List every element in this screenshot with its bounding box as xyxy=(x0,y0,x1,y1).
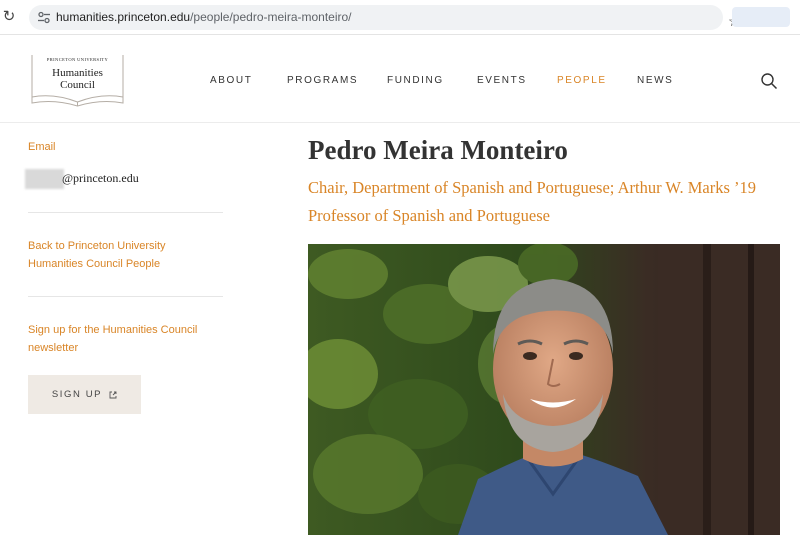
logo-line-council: Council xyxy=(60,79,95,91)
email-address[interactable]: @princeton.edu xyxy=(62,171,139,185)
logo-title: Humanities Council xyxy=(30,67,125,91)
nav-people[interactable]: PEOPLE xyxy=(557,75,607,89)
nav-programs[interactable]: PROGRAMS xyxy=(287,75,358,89)
profile-photo xyxy=(308,244,780,535)
external-link-icon xyxy=(109,391,117,398)
profile-button[interactable] xyxy=(732,7,790,27)
url-text[interactable]: humanities.princeton.edu/people/pedro-me… xyxy=(56,10,352,25)
logo-line-humanities: Humanities xyxy=(52,67,103,79)
site-header: PRINCETON UNIVERSITY Humanities Council … xyxy=(0,35,800,123)
site-info-icon[interactable] xyxy=(37,11,51,24)
nav-about[interactable]: ABOUT xyxy=(210,75,252,89)
nav-news[interactable]: NEWS xyxy=(637,75,673,89)
reload-icon[interactable]: ↻ xyxy=(1,9,17,25)
address-bar[interactable]: humanities.princeton.edu/people/pedro-me… xyxy=(29,5,741,30)
portrait-illustration xyxy=(308,244,780,535)
url-path: /people/pedro-meira-monteiro/ xyxy=(190,10,352,24)
nav-events[interactable]: EVENTS xyxy=(477,75,527,89)
search-icon[interactable] xyxy=(760,72,778,90)
sidebar-divider xyxy=(28,296,223,297)
logo-university: PRINCETON UNIVERSITY xyxy=(46,57,109,62)
browser-toolbar: ↻ humanities.princeton.edu/people/pedro-… xyxy=(0,0,800,35)
profile-name: Pedro Meira Monteiro xyxy=(308,135,568,165)
newsletter-signup-link[interactable]: Sign up for the Humanities Council newsl… xyxy=(28,322,228,357)
sidebar-divider xyxy=(28,212,223,213)
email-label: Email xyxy=(28,141,56,153)
humanities-council-logo[interactable]: PRINCETON UNIVERSITY Humanities Council xyxy=(30,53,125,107)
back-to-people-link[interactable]: Back to Princeton University Humanities … xyxy=(28,238,208,273)
nav-funding[interactable]: FUNDING xyxy=(387,75,444,89)
profile-title: Chair, Department of Spanish and Portugu… xyxy=(308,178,756,225)
sign-up-button[interactable]: SIGN UP xyxy=(28,375,141,414)
email-redaction xyxy=(25,169,64,189)
sign-up-button-label: SIGN UP xyxy=(51,389,103,400)
url-domain: humanities.princeton.edu xyxy=(56,10,191,24)
